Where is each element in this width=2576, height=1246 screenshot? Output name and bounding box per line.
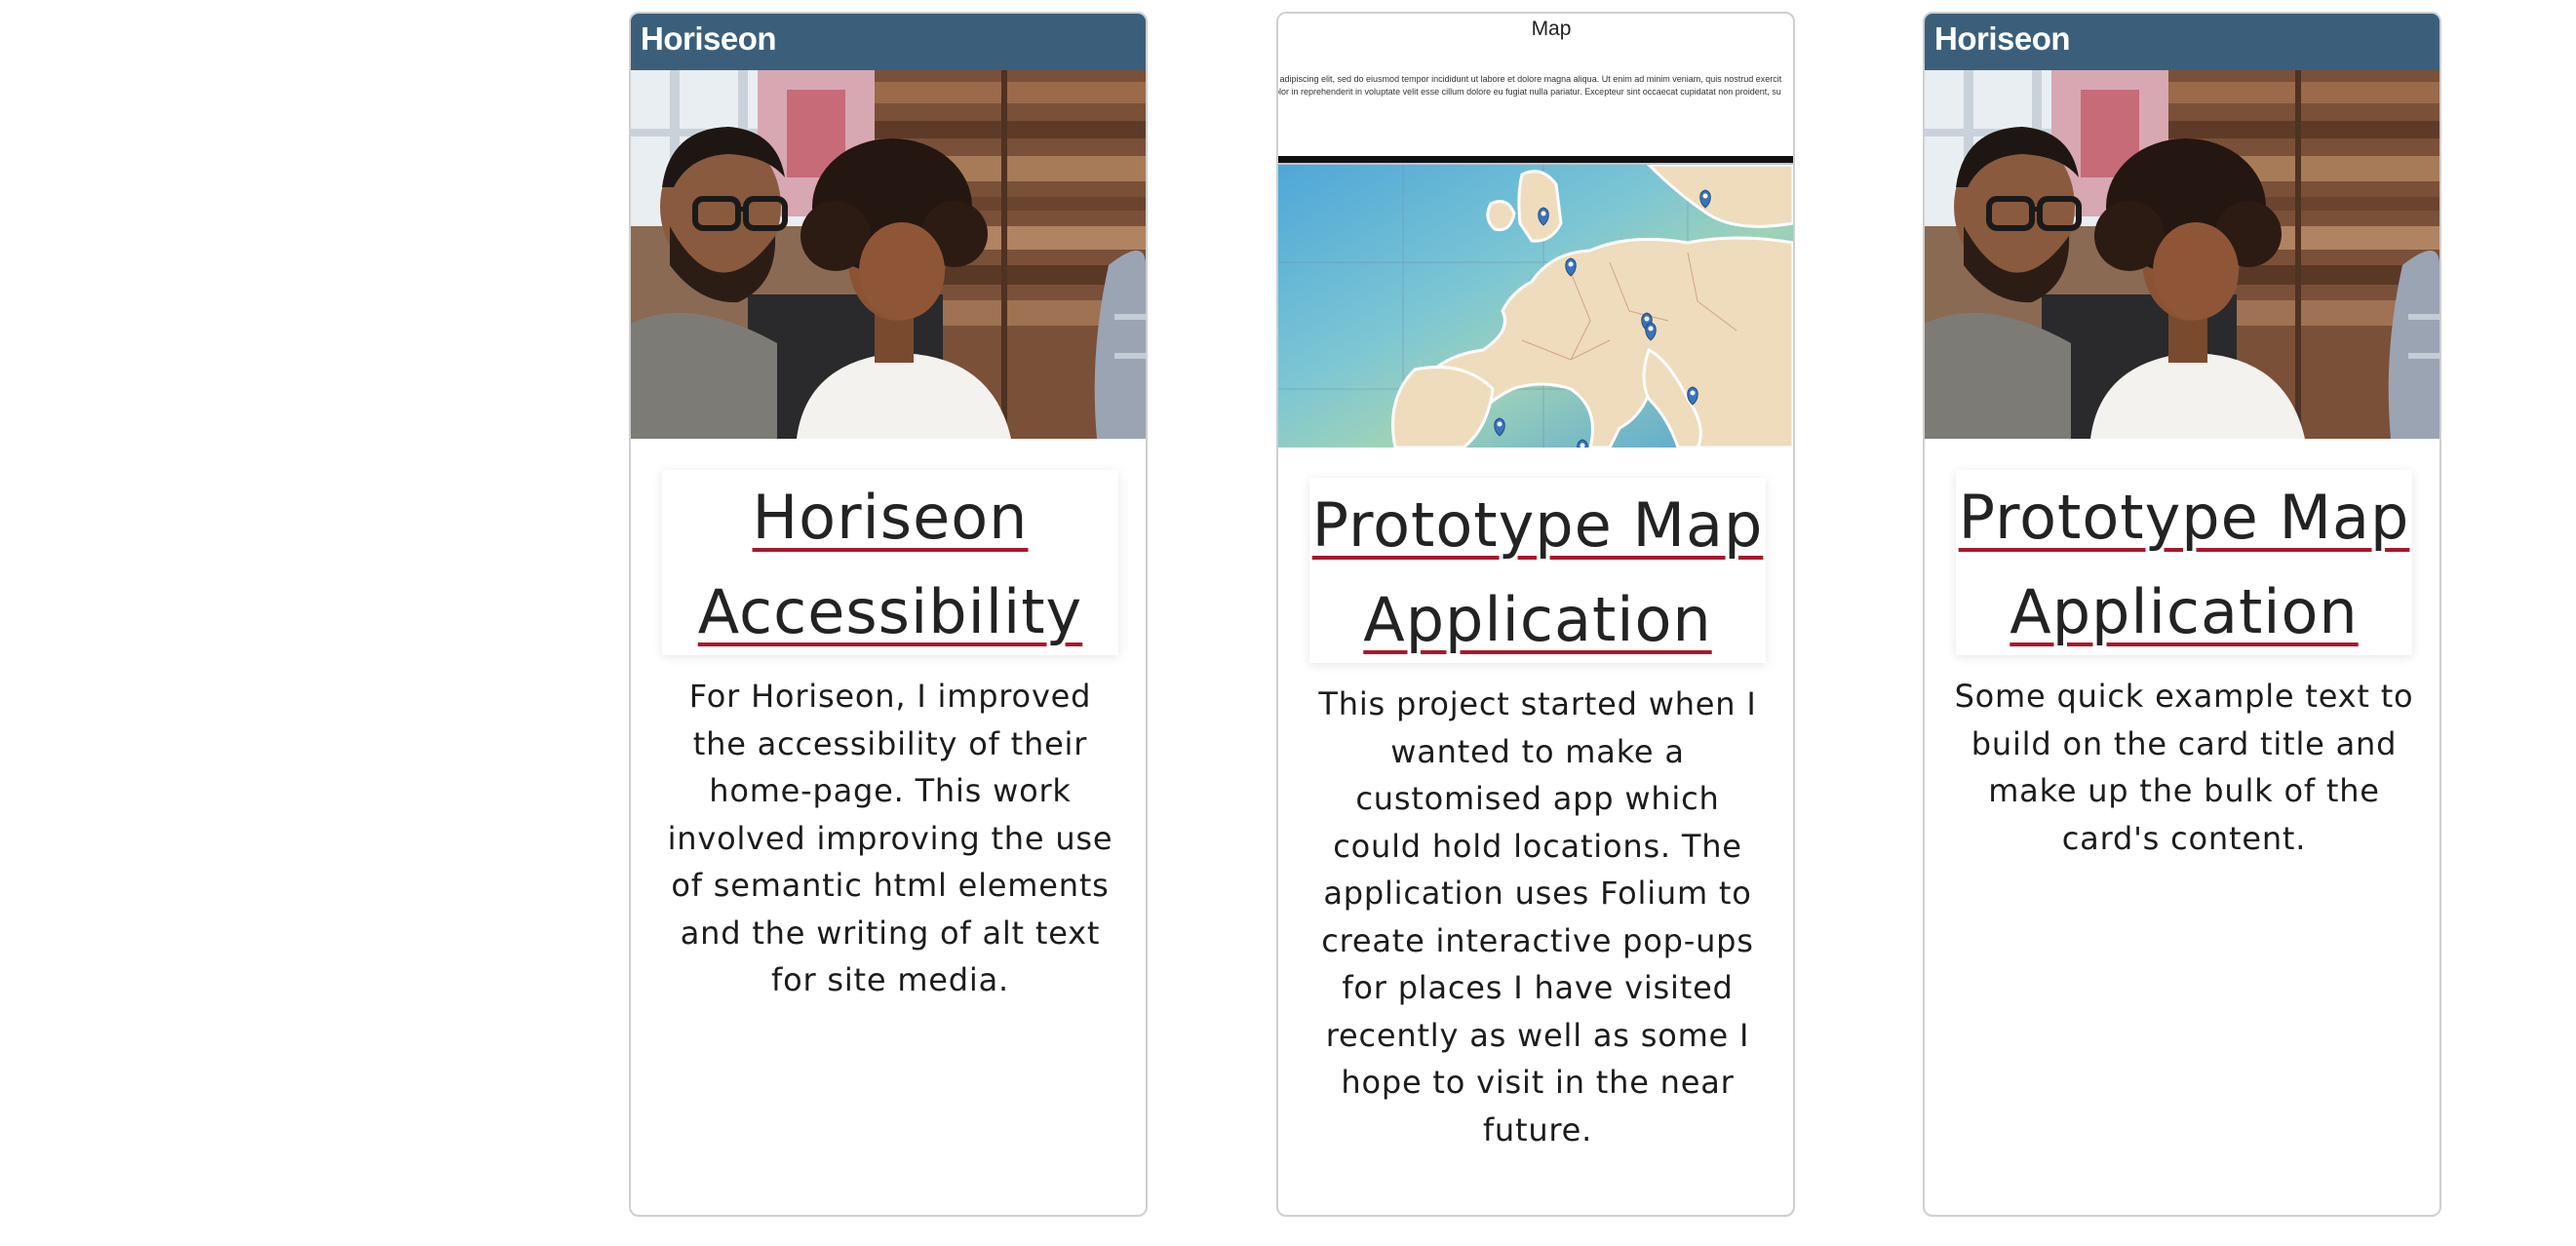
card-title-box: Prototype Map Application [1309,478,1766,663]
team-photo [1925,70,2439,439]
map-page-title: Map [1531,18,1572,40]
project-card-map: Map r adipiscing elit, sed do eiusmod te… [1276,12,1795,1217]
card-description: For Horiseon, I improved the accessibili… [667,678,1113,998]
card-thumbnail[interactable]: Horiseon [1925,14,2439,439]
card-title-box: Horiseon Accessibility [662,470,1118,655]
card-description: Some quick example text to build on the … [1954,678,2414,857]
card-thumbnail[interactable]: Map r adipiscing elit, sed do eiusmod te… [1278,14,1793,448]
horiseon-header: Horiseon [1925,14,2439,70]
europe-map [1278,165,1793,448]
horiseon-logo: Horiseon [1934,20,2071,57]
map-page-header: Map r adipiscing elit, sed do eiusmod te… [1278,14,1793,156]
project-card-example: Horiseon Prototype Map Application Some … [1923,12,2441,1217]
card-title-link[interactable]: Horiseon Accessibility [698,482,1083,647]
card-title-link[interactable]: Prototype Map Application [1959,482,2410,647]
team-photo [631,70,1146,439]
map-page-text: r adipiscing elit, sed do eiusmod tempor… [1276,74,1782,97]
project-card-horiseon: Horiseon Horiseon Accessibility For Hori… [629,12,1148,1217]
card-thumbnail[interactable]: Horiseon [631,14,1146,439]
card-title-link[interactable]: Prototype Map Application [1312,489,1764,655]
horiseon-header: Horiseon [631,14,1146,70]
card-description: This project started when I wanted to ma… [1318,685,1757,1149]
horiseon-logo: Horiseon [641,20,777,57]
card-title-box: Prototype Map Application [1956,470,2412,655]
